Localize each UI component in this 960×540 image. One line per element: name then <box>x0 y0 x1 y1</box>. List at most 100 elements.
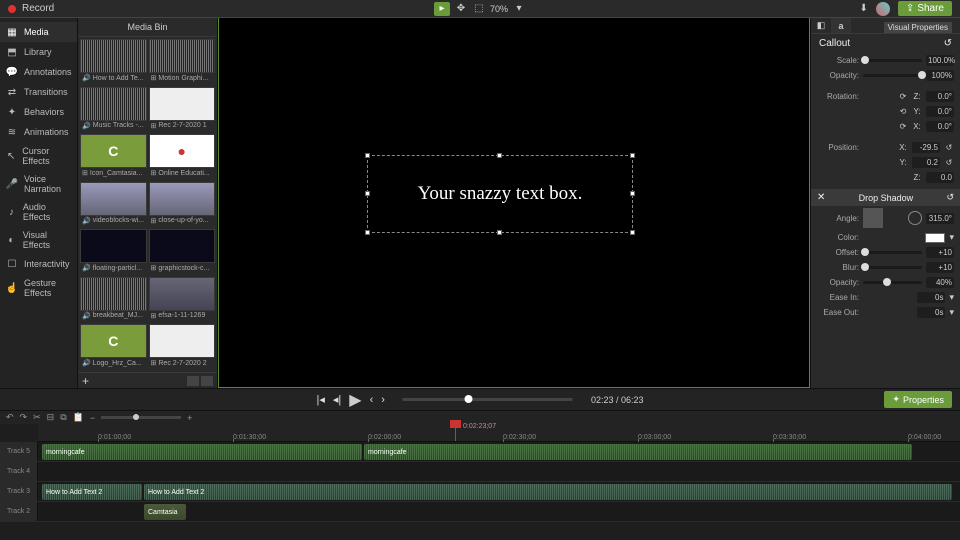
angle-picker[interactable] <box>863 208 883 228</box>
offset-slider[interactable] <box>863 251 922 254</box>
opacity-slider[interactable] <box>863 74 922 77</box>
track-label[interactable]: Track 3 <box>0 482 38 501</box>
play-button-icon[interactable]: ▶ <box>349 390 361 410</box>
sidebar-item-cursor-effects[interactable]: ↖Cursor Effects <box>0 142 77 170</box>
rotation-y-value[interactable]: 0.0° <box>926 106 954 117</box>
avatar[interactable] <box>876 2 890 16</box>
timeline-clip[interactable]: How to Add Text 2 <box>144 484 952 500</box>
rotate-y-icon[interactable]: ⟲ <box>898 107 908 117</box>
media-item[interactable]: ⊞Rec 2-7-2020 1 <box>149 87 216 133</box>
track-content[interactable]: Camtasia <box>38 502 960 521</box>
cut-icon[interactable]: ✂ <box>33 412 41 423</box>
ds-opacity-value[interactable]: 40% <box>926 277 954 288</box>
share-button[interactable]: ⇪ Share <box>898 1 952 16</box>
properties-button[interactable]: ✦ Properties <box>884 391 952 408</box>
prev-icon[interactable]: ‹ <box>370 394 374 406</box>
resize-handle[interactable] <box>365 191 370 196</box>
reset-icon[interactable]: ↺ <box>946 192 954 203</box>
rotate-z-icon[interactable]: ⟳ <box>898 92 908 102</box>
resize-handle[interactable] <box>365 153 370 158</box>
reset-icon[interactable]: ↺ <box>944 158 954 168</box>
pointer-tool-icon[interactable]: ▸ <box>434 2 450 16</box>
timeline-clip[interactable]: morningcafe <box>42 444 362 460</box>
rotation-x-value[interactable]: 0.0° <box>926 121 954 132</box>
visual-props-tab-icon[interactable]: ◧ <box>811 18 831 33</box>
media-item[interactable]: ⊞Rec 2-7-2020 2 <box>149 324 216 370</box>
sidebar-item-audio-effects[interactable]: ♪Audio Effects <box>0 198 77 226</box>
zoom-out-icon[interactable]: − <box>90 413 95 423</box>
position-y-value[interactable]: 0.2 <box>912 157 940 168</box>
resize-handle[interactable] <box>497 153 502 158</box>
resize-handle[interactable] <box>365 230 370 235</box>
canvas[interactable]: Your snazzy text box. <box>218 18 810 388</box>
track-label[interactable]: Track 5 <box>0 442 38 461</box>
sidebar-item-media[interactable]: ▦Media <box>0 22 77 42</box>
drop-shadow-section[interactable]: ✕ Drop Shadow ↺ <box>811 189 960 206</box>
position-x-value[interactable]: -29.5 <box>912 142 940 153</box>
media-item[interactable]: C⊞Icon_Camtasia... <box>80 134 147 180</box>
position-z-value[interactable]: 0.0 <box>926 172 954 183</box>
track-content[interactable]: morningcafemorningcafe <box>38 442 960 461</box>
undo-icon[interactable]: ↶ <box>6 412 14 423</box>
media-item[interactable]: ⊞close-up-of-yo... <box>149 182 216 228</box>
zoom-in-icon[interactable]: + <box>187 413 192 423</box>
text-props-tab-icon[interactable]: a <box>831 18 851 33</box>
sidebar-item-library[interactable]: ⬒Library <box>0 42 77 62</box>
media-item[interactable]: ⊞graphicstock-c... <box>149 229 216 275</box>
sidebar-item-visual-effects[interactable]: ◐Visual Effects <box>0 226 77 254</box>
grid-view-icon[interactable] <box>187 376 199 386</box>
playhead[interactable]: 0:02:23;07 <box>455 424 456 441</box>
sidebar-item-interactivity[interactable]: ☐Interactivity <box>0 254 77 274</box>
easein-value[interactable]: 0s <box>917 292 945 303</box>
track-label[interactable]: Track 4 <box>0 462 38 481</box>
step-back-icon[interactable]: ◂| <box>333 393 341 406</box>
angle-value[interactable]: 315.0° <box>926 213 954 224</box>
blur-slider[interactable] <box>863 266 922 269</box>
add-media-button[interactable]: + <box>82 374 89 388</box>
sidebar-item-gesture-effects[interactable]: ☝Gesture Effects <box>0 274 77 302</box>
sidebar-item-behaviors[interactable]: ✦Behaviors <box>0 102 77 122</box>
timeline-clip[interactable]: morningcafe <box>364 444 912 460</box>
ds-opacity-slider[interactable] <box>863 281 922 284</box>
track-label[interactable]: Track 2 <box>0 502 38 521</box>
resize-handle[interactable] <box>630 191 635 196</box>
list-view-icon[interactable] <box>201 376 213 386</box>
rotation-z-value[interactable]: 0.0° <box>926 91 954 102</box>
chevron-down-icon[interactable]: ▾ <box>949 307 954 318</box>
scrubber[interactable] <box>403 398 573 401</box>
media-item[interactable]: 🔊How to Add Te... <box>80 39 147 85</box>
timeline-clip[interactable]: How to Add Text 2 <box>42 484 142 500</box>
timeline-clip[interactable]: Camtasia <box>144 504 186 520</box>
zoom-dropdown-icon[interactable]: ▾ <box>512 2 526 16</box>
sidebar-item-transitions[interactable]: ⇄Transitions <box>0 82 77 102</box>
media-item[interactable]: ⊞Motion Graphi... <box>149 39 216 85</box>
sidebar-item-annotations[interactable]: 💬Annotations <box>0 62 77 82</box>
blur-value[interactable]: +10 <box>926 262 954 273</box>
paste-icon[interactable]: 📋 <box>73 412 84 423</box>
record-button[interactable]: Record <box>22 3 54 14</box>
redo-icon[interactable]: ↷ <box>20 412 28 423</box>
media-item[interactable]: 🔊Music Tracks -... <box>80 87 147 133</box>
crop-tool-icon[interactable]: ⬚ <box>472 2 486 16</box>
next-icon[interactable]: › <box>381 394 385 406</box>
chevron-down-icon[interactable]: ▾ <box>949 232 954 243</box>
track-content[interactable] <box>38 462 960 481</box>
media-item[interactable]: ⊞efsa-1-11-1269 <box>149 277 216 323</box>
close-icon[interactable]: ✕ <box>817 192 825 203</box>
resize-handle[interactable] <box>630 230 635 235</box>
hand-tool-icon[interactable]: ✥ <box>454 2 468 16</box>
download-icon[interactable]: ⬇ <box>860 3 868 14</box>
scale-value[interactable]: 100.0% <box>926 55 954 66</box>
callout-text[interactable]: Your snazzy text box. <box>418 183 583 205</box>
resize-handle[interactable] <box>630 153 635 158</box>
opacity-value[interactable]: 100% <box>926 70 954 81</box>
color-swatch[interactable] <box>925 233 945 243</box>
copy-icon[interactable]: ⧉ <box>60 412 66 423</box>
media-item[interactable]: C🔊Logo_Hrz_Ca... <box>80 324 147 370</box>
sidebar-item-animations[interactable]: ≋Animations <box>0 122 77 142</box>
time-ruler[interactable]: 0:02:23;07 0:01:00;000:01:30;000:02:00;0… <box>38 424 960 442</box>
resize-handle[interactable] <box>497 230 502 235</box>
angle-dial-icon[interactable] <box>908 211 922 225</box>
media-item[interactable]: ●⊞Online Educati... <box>149 134 216 180</box>
media-item[interactable]: 🔊videoblocks-wi... <box>80 182 147 228</box>
